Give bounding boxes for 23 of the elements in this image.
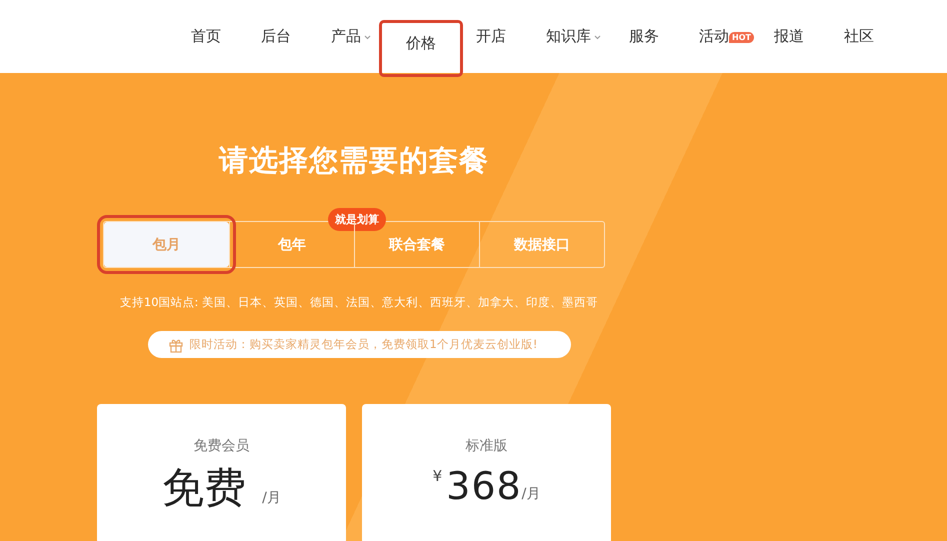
plan-price: 368 <box>446 467 522 505</box>
nav-link[interactable]: 知识库 <box>526 0 609 73</box>
nav-link[interactable]: 活动 <box>679 0 729 73</box>
nav-link[interactable]: 社区 <box>824 0 894 73</box>
price-period: /月 <box>522 485 540 503</box>
nav-link[interactable]: 价格 <box>379 20 463 77</box>
nav-link[interactable]: 产品 <box>311 0 379 73</box>
plan-price: 免费 <box>162 467 246 509</box>
chevron-down-icon <box>594 35 601 40</box>
nav-link[interactable]: 后台 <box>241 0 311 73</box>
nav-link[interactable]: 首页 <box>171 0 241 73</box>
hot-badge: HOT <box>729 32 754 43</box>
nav-link[interactable]: 报道 <box>754 0 824 73</box>
plan-name: 免费会员 <box>194 437 250 455</box>
deal-badge: 就是划算 <box>328 208 386 231</box>
price-period: /月 <box>262 489 281 507</box>
nav-link[interactable]: 服务 <box>609 0 679 73</box>
sites-text: 支持10国站点: 美国、日本、英国、德国、法国、意大利、西班牙、加拿大、印度、墨西哥 <box>120 295 598 310</box>
promo-text: 限时活动：购买卖家精灵包年会员，免费领取1个月优麦云创业版! <box>190 337 538 352</box>
currency-symbol: ¥ <box>432 467 442 485</box>
chevron-down-icon <box>364 35 371 40</box>
page-title: 请选择您需要的套餐 <box>219 142 489 179</box>
plan-name: 标准版 <box>466 437 508 455</box>
